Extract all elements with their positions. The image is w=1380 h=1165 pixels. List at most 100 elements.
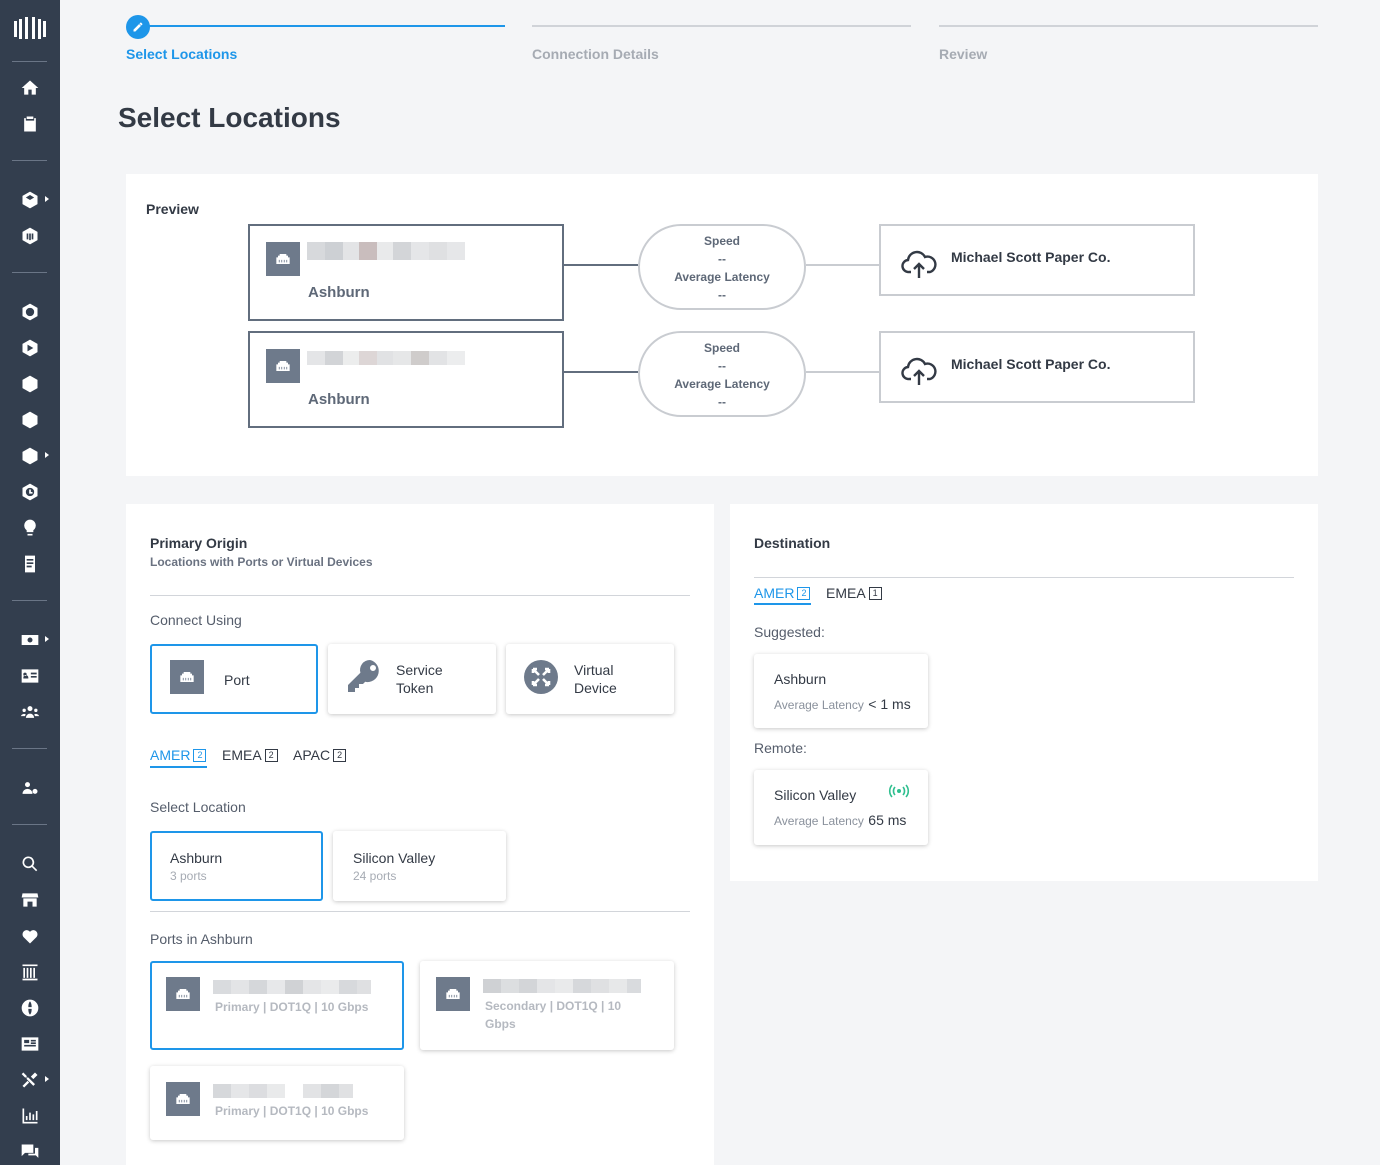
tab-count-badge: 2 bbox=[264, 748, 278, 762]
building-icon[interactable] bbox=[18, 224, 42, 248]
tab-count-badge: 2 bbox=[193, 748, 207, 762]
news-icon[interactable] bbox=[18, 1032, 42, 1056]
clipboard-icon[interactable] bbox=[18, 112, 42, 136]
latency-value: < 1 ms bbox=[868, 696, 911, 712]
tab-emea[interactable]: EMEA 1 bbox=[826, 585, 882, 601]
step-select-locations[interactable]: Select Locations bbox=[126, 46, 237, 62]
port-icon bbox=[436, 977, 470, 1011]
latency-value: 65 ms bbox=[868, 812, 907, 828]
columns-icon[interactable] bbox=[18, 960, 42, 984]
preview-connector bbox=[806, 371, 880, 373]
preview-origin-name: Ashburn bbox=[308, 391, 370, 408]
document-icon[interactable] bbox=[18, 552, 42, 576]
divider bbox=[754, 577, 1294, 578]
connect-option-service-token[interactable]: Service Token bbox=[328, 644, 496, 714]
fabric-icon[interactable] bbox=[18, 300, 42, 324]
connect-option-label: Virtual bbox=[574, 662, 614, 678]
redacted-port-name bbox=[213, 980, 371, 994]
step-connection-details[interactable]: Connection Details bbox=[532, 46, 659, 62]
tab-amer[interactable]: AMER 2 bbox=[150, 747, 207, 763]
divider bbox=[150, 911, 690, 912]
tab-amer[interactable]: AMER 2 bbox=[754, 585, 811, 601]
tab-label: AMER bbox=[150, 747, 191, 763]
port-card[interactable]: Secondary | DOT1Q | 10 Gbps bbox=[420, 961, 674, 1050]
port-icon bbox=[166, 977, 200, 1011]
tab-emea[interactable]: EMEA 2 bbox=[222, 747, 278, 763]
tools-icon[interactable] bbox=[18, 1068, 42, 1092]
latency-row: Average Latency < 1 ms bbox=[774, 696, 911, 714]
virtual-device-icon bbox=[524, 660, 558, 694]
globe-icon[interactable] bbox=[18, 408, 42, 432]
cloud-upload-icon bbox=[901, 357, 937, 385]
contacts-icon[interactable] bbox=[18, 664, 42, 688]
remote-label: Remote: bbox=[754, 740, 807, 756]
connect-option-virtual-device[interactable]: Virtual Device bbox=[506, 644, 674, 714]
preview-connector bbox=[564, 371, 638, 373]
connect-option-label: Device bbox=[574, 680, 617, 696]
world-icon[interactable] bbox=[18, 996, 42, 1020]
sidebar-divider bbox=[12, 160, 47, 161]
connect-using-label: Connect Using bbox=[150, 612, 242, 628]
users-icon[interactable] bbox=[18, 700, 42, 724]
reports-icon[interactable] bbox=[18, 1104, 42, 1128]
health-icon[interactable] bbox=[18, 924, 42, 948]
port-icon bbox=[166, 1082, 200, 1116]
clock-icon[interactable] bbox=[18, 480, 42, 504]
destination-card-remote[interactable]: Silicon Valley Average Latency 65 ms bbox=[754, 770, 928, 845]
preview-connector bbox=[806, 264, 880, 266]
sidebar-divider bbox=[12, 272, 47, 273]
primary-origin-panel: Primary Origin Locations with Ports or V… bbox=[126, 504, 714, 1165]
primary-origin-title: Primary Origin bbox=[150, 535, 248, 551]
stack-icon[interactable] bbox=[18, 372, 42, 396]
preview-origin-name: Ashburn bbox=[308, 284, 370, 301]
divider bbox=[150, 595, 690, 596]
billing-icon[interactable] bbox=[18, 628, 42, 652]
speed-label: Speed bbox=[703, 234, 740, 248]
page-title: Select Locations bbox=[118, 102, 341, 133]
preview-speed-pill: Speed -- Average Latency -- bbox=[638, 331, 806, 417]
location-name: Silicon Valley bbox=[353, 850, 436, 866]
user-settings-icon[interactable] bbox=[18, 776, 42, 800]
search-icon[interactable] bbox=[18, 852, 42, 876]
location-card-ashburn[interactable]: Ashburn 3 ports bbox=[150, 831, 323, 901]
port-info: Primary | DOT1Q | 10 Gbps bbox=[215, 1000, 369, 1014]
tab-apac[interactable]: APAC 2 bbox=[293, 747, 347, 763]
cloud-upload-icon bbox=[901, 250, 937, 278]
tab-count-badge: 1 bbox=[868, 586, 882, 600]
preview-connector bbox=[564, 264, 638, 266]
network-icon[interactable] bbox=[18, 336, 42, 360]
speed-label: Speed bbox=[703, 341, 740, 355]
tab-label: AMER bbox=[754, 585, 795, 601]
tab-count-badge: 2 bbox=[797, 586, 811, 600]
equinix-logo-icon[interactable] bbox=[12, 16, 48, 42]
preview-destination-name: Michael Scott Paper Co. bbox=[951, 249, 1111, 265]
exchange-icon[interactable] bbox=[18, 444, 42, 468]
chat-icon[interactable] bbox=[18, 1140, 42, 1164]
port-card[interactable]: Primary | DOT1Q | 10 Gbps bbox=[150, 1066, 404, 1140]
preview-origin-box: Ashburn bbox=[248, 224, 564, 321]
active-tab-underline bbox=[150, 766, 207, 768]
latency-label: Average Latency bbox=[774, 698, 864, 712]
destination-card-suggested[interactable]: Ashburn Average Latency < 1 ms bbox=[754, 654, 928, 728]
layers-icon[interactable] bbox=[18, 188, 42, 212]
location-card-silicon-valley[interactable]: Silicon Valley 24 ports bbox=[333, 831, 506, 901]
sidebar-divider bbox=[12, 824, 47, 825]
home-icon[interactable] bbox=[18, 76, 42, 100]
destination-location-name: Silicon Valley bbox=[774, 787, 857, 803]
step-edit-icon bbox=[126, 15, 150, 39]
latency-value: -- bbox=[718, 395, 726, 409]
port-card[interactable]: Primary | DOT1Q | 10 Gbps bbox=[150, 961, 404, 1050]
store-icon[interactable] bbox=[18, 888, 42, 912]
location-port-count: 3 ports bbox=[170, 869, 207, 883]
preview-speed-pill: Speed -- Average Latency -- bbox=[638, 224, 806, 310]
preview-title: Preview bbox=[146, 201, 199, 217]
connect-option-label: Port bbox=[224, 672, 250, 688]
destination-location-name: Ashburn bbox=[774, 671, 827, 687]
lightbulb-icon[interactable] bbox=[18, 516, 42, 540]
connect-option-port[interactable]: Port bbox=[150, 644, 318, 714]
preview-destination-name: Michael Scott Paper Co. bbox=[951, 356, 1111, 372]
step-review[interactable]: Review bbox=[939, 46, 987, 62]
key-icon bbox=[348, 660, 379, 692]
expand-caret-icon bbox=[45, 636, 49, 642]
port-icon bbox=[266, 349, 300, 383]
